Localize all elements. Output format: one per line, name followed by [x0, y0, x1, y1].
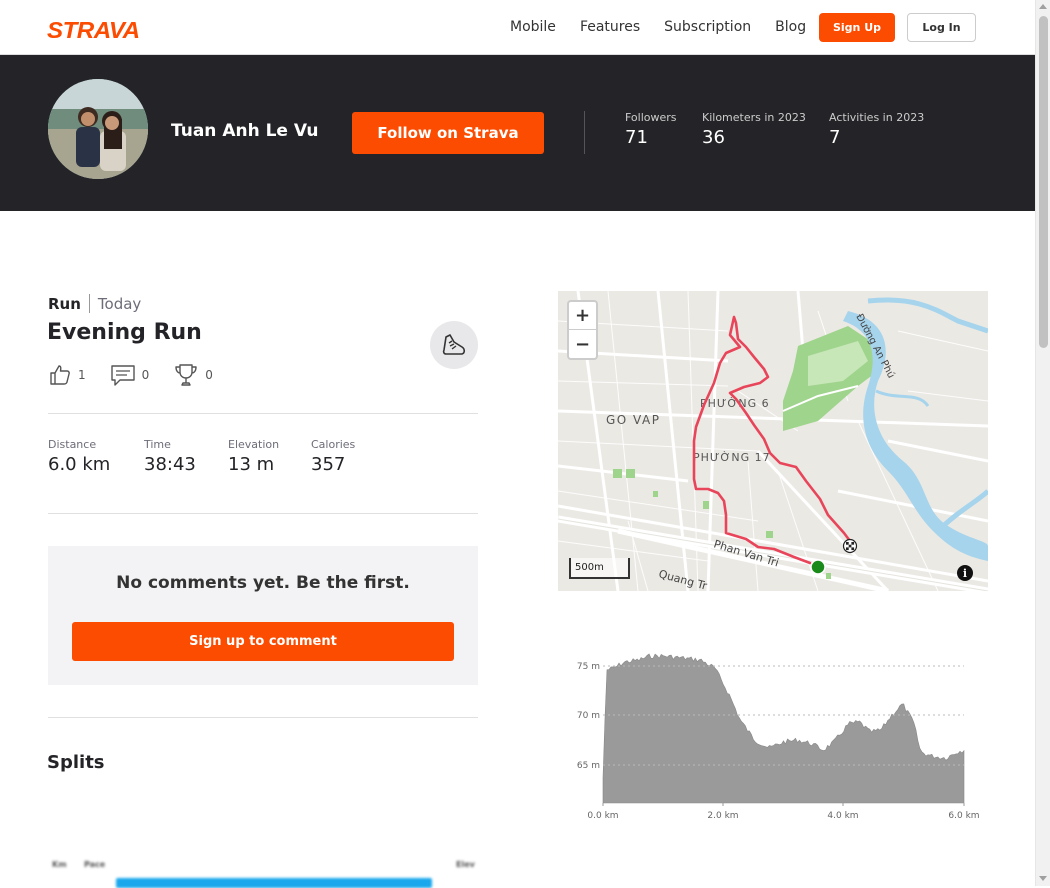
splits-header-elev: Elev	[456, 860, 475, 869]
stat-value: 7	[829, 127, 841, 148]
metric-value: 13 m	[228, 454, 275, 475]
route-start-marker	[810, 559, 826, 575]
map-scale: 500m	[569, 558, 630, 579]
achievements-button[interactable]: 0	[173, 362, 213, 388]
activity-type-row: Run Today	[48, 294, 141, 313]
splits-header-pace: Pace	[84, 860, 106, 869]
metric-elevation: Elevation 13 m	[228, 438, 279, 475]
stat-label: Followers	[625, 111, 677, 124]
athlete-header: Tuan Anh Le Vu Follow on Strava Follower…	[0, 55, 1035, 211]
divider	[48, 513, 478, 514]
activity-date: Today	[97, 294, 142, 313]
log-in-button[interactable]: Log In	[907, 13, 976, 42]
elevation-y-tick: 65 m	[577, 761, 600, 771]
metric-distance: Distance 6.0 km	[48, 438, 110, 475]
scrollbar-thumb[interactable]	[1039, 16, 1048, 348]
comment-icon	[110, 365, 135, 386]
map-zoom-control: + −	[567, 300, 598, 360]
stat-followers: Followers 71	[625, 111, 677, 148]
map-label-phuong-17: PHƯỜNG 17	[693, 451, 771, 464]
shoe-icon	[442, 334, 466, 355]
sign-up-button[interactable]: Sign Up	[819, 13, 895, 42]
metric-label: Time	[144, 438, 171, 451]
info-icon[interactable]: i	[957, 565, 973, 581]
map-label-go-vap: GO VAP	[606, 413, 660, 427]
athlete-name[interactable]: Tuan Anh Le Vu	[171, 121, 319, 141]
stat-activities: Activities in 2023 7	[829, 111, 924, 148]
zoom-out-button[interactable]: −	[569, 330, 596, 358]
comments-button[interactable]: 0	[110, 363, 150, 387]
stat-value: 71	[625, 127, 648, 148]
achievements-count: 0	[205, 368, 213, 382]
elevation-y-tick: 75 m	[577, 662, 600, 672]
route-finish-marker	[842, 538, 858, 554]
sign-up-to-comment-button[interactable]: Sign up to comment	[72, 622, 454, 661]
social-row: 1 0 0	[48, 362, 237, 388]
elevation-y-tick: 70 m	[577, 711, 600, 721]
divider	[584, 111, 585, 154]
page-scrollbar[interactable]	[1035, 0, 1050, 886]
metric-value: 357	[311, 454, 346, 475]
map-canvas: GO VAP PHƯỜNG 6 PHƯỜNG 17 Phan Van Tri Q…	[558, 291, 988, 591]
elevation-x-tick: 6.0 km	[948, 811, 979, 821]
nav-link-features[interactable]: Features	[580, 19, 640, 35]
metric-label: Calories	[311, 438, 356, 451]
stat-value: 36	[702, 127, 725, 148]
metric-time: Time 38:43	[144, 438, 196, 475]
gear-shoe-button[interactable]	[430, 321, 478, 369]
divider	[88, 294, 90, 313]
elevation-x-tick: 0.0 km	[587, 811, 618, 821]
follow-button[interactable]: Follow on Strava	[352, 112, 544, 154]
elevation-x-tick: 4.0 km	[827, 811, 858, 821]
splits-header-km: Km	[52, 860, 67, 869]
comments-panel: No comments yet. Be the first. Sign up t…	[48, 546, 478, 685]
metric-value: 38:43	[144, 454, 196, 475]
strava-logo[interactable]: STRAVA	[47, 17, 140, 44]
metric-value: 6.0 km	[48, 454, 111, 475]
trophy-icon	[175, 364, 197, 386]
top-nav: STRAVA Mobile Features Subscription Blog…	[0, 0, 1035, 55]
elevation-area	[602, 653, 965, 804]
nav-links: Mobile Features Subscription Blog	[510, 19, 806, 35]
splits-table: Km Pace Elev	[48, 858, 478, 888]
nav-link-subscription[interactable]: Subscription	[664, 19, 751, 35]
stat-kilometers: Kilometers in 2023 36	[702, 111, 806, 148]
activity-type: Run	[48, 294, 81, 313]
thumbs-up-icon	[50, 365, 70, 385]
route-map[interactable]: GO VAP PHƯỜNG 6 PHƯỜNG 17 Phan Van Tri Q…	[558, 291, 988, 591]
kudos-count: 1	[78, 368, 86, 382]
nav-link-blog[interactable]: Blog	[775, 19, 806, 35]
comments-count: 0	[141, 368, 150, 382]
split-bar	[116, 878, 432, 888]
zoom-in-button[interactable]: +	[569, 302, 596, 330]
divider	[48, 413, 478, 414]
elevation-chart: 75 m 70 m 65 m 0.0 km 2.0 km 4.0 km 6.0 …	[577, 653, 980, 821]
metric-label: Distance	[48, 438, 97, 451]
no-comments-message: No comments yet. Be the first.	[116, 573, 410, 593]
stat-label: Kilometers in 2023	[702, 111, 806, 124]
nav-link-mobile[interactable]: Mobile	[510, 19, 556, 35]
athlete-avatar[interactable]	[48, 79, 148, 179]
divider	[48, 717, 478, 718]
metric-label: Elevation	[228, 438, 280, 451]
stat-label: Activities in 2023	[829, 111, 925, 124]
activity-title: Evening Run	[47, 320, 202, 345]
scroll-down-arrow[interactable]	[1039, 876, 1047, 881]
metric-calories: Calories 357	[311, 438, 355, 475]
splits-title: Splits	[47, 752, 105, 773]
kudos-button[interactable]: 1	[48, 363, 86, 387]
elevation-profile: 75 m 70 m 65 m 0.0 km 2.0 km 4.0 km 6.0 …	[558, 640, 988, 830]
scroll-up-arrow[interactable]	[1039, 4, 1047, 9]
elevation-x-tick: 2.0 km	[707, 811, 738, 821]
